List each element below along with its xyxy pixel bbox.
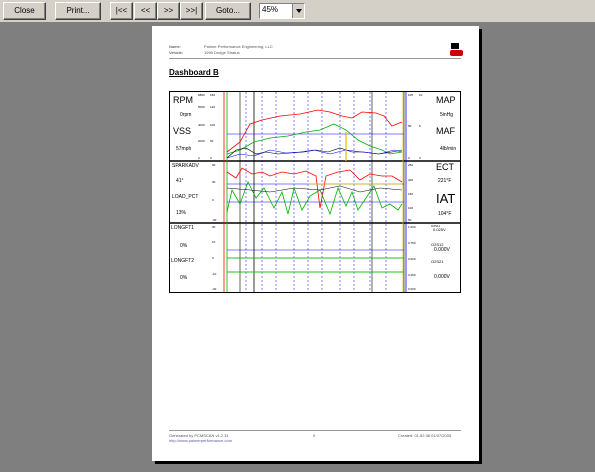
spark-tick: 60	[212, 163, 216, 167]
footer-page-number: 0	[313, 433, 316, 438]
map-tick: 0	[408, 156, 410, 160]
o2s21-label: O2S21	[431, 259, 444, 264]
goto-button[interactable]: Goto...	[205, 2, 251, 20]
sparkadv-label: SPARKADV	[172, 163, 199, 169]
vss-label: VSS	[173, 126, 192, 136]
vss-tick: 120	[210, 105, 216, 109]
o2s21-value: 0.000V	[434, 274, 450, 280]
zoom-select[interactable]: 45%	[259, 3, 305, 19]
ect-tick: 150	[408, 192, 414, 196]
name-label: Name:	[169, 44, 181, 49]
ltft-tick: -10	[212, 272, 217, 276]
maf-tick: 0	[419, 156, 421, 160]
next-page-button[interactable]: >>	[157, 2, 180, 20]
longft2-value: 0%	[180, 275, 188, 281]
load-pct-label: LOAD_PCT	[172, 194, 199, 200]
footer-link[interactable]: http://www.palmerperformance.com	[169, 438, 232, 443]
rpm-value: 0rpm	[180, 112, 192, 118]
maf-tick: 10	[419, 93, 423, 97]
vss-tick: 160	[210, 93, 216, 97]
ect-value: 221°F	[438, 178, 452, 184]
sparkadv-value: 41°	[176, 178, 184, 184]
maf-value: 4lb/min	[440, 146, 457, 152]
rpm-tick: 0	[198, 156, 200, 160]
o2-tick: 1.000	[408, 225, 416, 229]
chart-graphics	[170, 92, 460, 292]
ect-tick: 250	[408, 163, 414, 167]
rpm-tick: 4000	[198, 123, 205, 127]
vss-value: 57mph	[176, 146, 192, 152]
rpm-label: RPM	[173, 95, 193, 105]
company-logo	[450, 43, 463, 57]
chevron-down-icon[interactable]	[292, 4, 304, 18]
o2-tick: 0.000	[408, 287, 416, 291]
longft2-label: LONGFT2	[171, 258, 195, 264]
load-pct-value: 13%	[176, 210, 187, 216]
print-button[interactable]: Print...	[55, 2, 101, 20]
footer-created: Created: 01:52:38 01/07/2005	[398, 433, 452, 438]
map-label: MAP	[436, 95, 456, 105]
rpm-tick: 2000	[198, 139, 205, 143]
map-tick: 50	[408, 124, 412, 128]
close-button[interactable]: Close	[3, 2, 46, 20]
vehicle-value: 1999 Dodge Stratus	[204, 50, 240, 55]
vehicle-label: Vehicle:	[169, 50, 184, 55]
ltft-tick: -30	[212, 287, 217, 291]
map-value: 5inHg	[440, 112, 454, 118]
ltft-tick: 10	[212, 240, 216, 244]
o2s12-value: 0.000V	[434, 247, 450, 253]
o2-tick: 0.500	[408, 257, 416, 261]
ect-label: ECT	[436, 162, 454, 172]
iat-value: 104°F	[438, 211, 452, 217]
zoom-value: 45%	[262, 5, 279, 14]
o2s11-label: O2S11	[431, 224, 441, 228]
ect-tick: 200	[408, 178, 414, 182]
maf-label: MAF	[436, 126, 455, 136]
iat-label: IAT	[436, 191, 456, 206]
dashboard-chart: RPM 0rpm VSS 57mph SPARKADV 41° LOAD_PCT…	[169, 91, 461, 293]
first-page-button[interactable]: |<<	[110, 2, 133, 20]
o2-tick: 0.250	[408, 273, 416, 277]
vss-tick: 60	[210, 139, 214, 143]
map-tick: 105	[408, 93, 414, 97]
name-value: Palmer Performance Engineering, LLC	[204, 44, 273, 49]
ect-tick: 50	[408, 218, 412, 222]
last-page-button[interactable]: >>|	[180, 2, 203, 20]
ltft-tick: 30	[212, 225, 216, 229]
report-title: Dashboard B	[169, 68, 219, 77]
prev-page-button[interactable]: <<	[134, 2, 157, 20]
spark-tick: 30	[212, 180, 216, 184]
maf-tick: 5	[419, 124, 421, 128]
report-page: Name: Palmer Performance Engineering, LL…	[152, 26, 479, 461]
header-divider	[169, 58, 461, 59]
rpm-tick: 5000	[198, 105, 205, 109]
spark-tick: -30	[212, 218, 217, 222]
ltft-tick: 0	[212, 256, 214, 260]
ect-tick: 100	[408, 206, 414, 210]
footer-divider	[169, 430, 461, 431]
toolbar: Close Print... |<< << >> >>| Goto... 45%	[0, 0, 595, 23]
spark-tick: 0	[212, 198, 214, 202]
longft1-label: LONGFT1	[171, 225, 195, 231]
longft1-value: 0%	[180, 243, 188, 249]
vss-tick: 100	[210, 123, 216, 127]
vss-tick: 0	[210, 156, 212, 160]
rpm-tick: 6800	[198, 93, 205, 97]
o2-tick: 0.750	[408, 241, 416, 245]
